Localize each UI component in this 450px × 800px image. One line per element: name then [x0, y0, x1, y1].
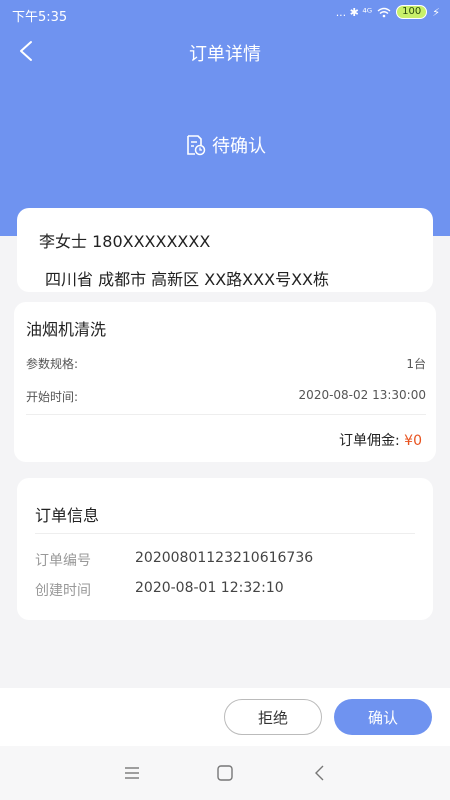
start-time-label: 开始时间: — [26, 390, 79, 404]
menu-icon[interactable] — [122, 764, 142, 782]
page-title: 订单详情 — [189, 44, 261, 65]
battery-icon: 100 — [396, 5, 428, 19]
home-icon[interactable] — [215, 764, 235, 782]
navbar: 订单详情 — [0, 30, 450, 74]
service-card: 油烟机清洗 参数规格: 1台 开始时间: 2020-08-02 13:30:00… — [14, 302, 436, 462]
status-indicators: ... ✱ ⁴ᴳ 100 ⚡ — [336, 5, 440, 19]
contact-name-phone: 李女士 180XXXXXXXX — [39, 232, 211, 251]
signal-icons: ... ✱ ⁴ᴳ — [335, 5, 373, 19]
status-time: 下午5:35 — [12, 10, 68, 25]
service-address: 四川省 成都市 高新区 XX路XXX号XX栋 — [45, 270, 329, 289]
status-bar: 下午5:35 ... ✱ ⁴ᴳ 100 ⚡ — [0, 0, 450, 28]
address-card: 李女士 180XXXXXXXX 四川省 成都市 高新区 XX路XXX号XX栋 — [17, 208, 433, 292]
divider — [26, 414, 426, 415]
commission: 订单佣金: ¥0 — [339, 430, 422, 450]
divider — [35, 533, 415, 534]
spec-value: 1台 — [406, 357, 426, 371]
reject-button[interactable]: 拒绝 — [224, 699, 322, 735]
start-time-value: 2020-08-02 13:30:00 — [298, 388, 426, 402]
back-icon[interactable] — [310, 764, 330, 782]
order-info-card: 订单信息 订单编号 20200801123210616736 创建时间 2020… — [17, 478, 433, 620]
order-number-row: 订单编号 20200801123210616736 — [35, 550, 313, 570]
commission-label: 订单佣金: — [339, 433, 400, 449]
created-time-row: 创建时间 2020-08-01 12:32:10 — [35, 580, 284, 600]
order-status: 待确认 — [0, 132, 450, 158]
order-info-title: 订单信息 — [35, 506, 100, 525]
order-number-value: 20200801123210616736 — [135, 550, 314, 566]
document-clock-icon — [187, 135, 206, 156]
spec-row: 参数规格: 1台 — [26, 355, 426, 372]
charging-icon: ⚡ — [432, 5, 440, 19]
created-time-value: 2020-08-01 12:32:10 — [135, 580, 284, 596]
commission-amount: ¥0 — [404, 433, 422, 449]
spec-label: 参数规格: — [26, 357, 79, 371]
system-nav-bar — [0, 746, 450, 800]
action-bar: 拒绝 确认 — [0, 688, 450, 746]
created-time-label: 创建时间 — [35, 583, 91, 599]
start-time-row: 开始时间: 2020-08-02 13:30:00 — [26, 388, 426, 405]
confirm-button[interactable]: 确认 — [334, 699, 432, 735]
wifi-icon — [377, 7, 391, 17]
service-name: 油烟机清洗 — [26, 320, 107, 339]
order-status-text: 待确认 — [212, 136, 266, 157]
order-number-label: 订单编号 — [35, 553, 91, 569]
